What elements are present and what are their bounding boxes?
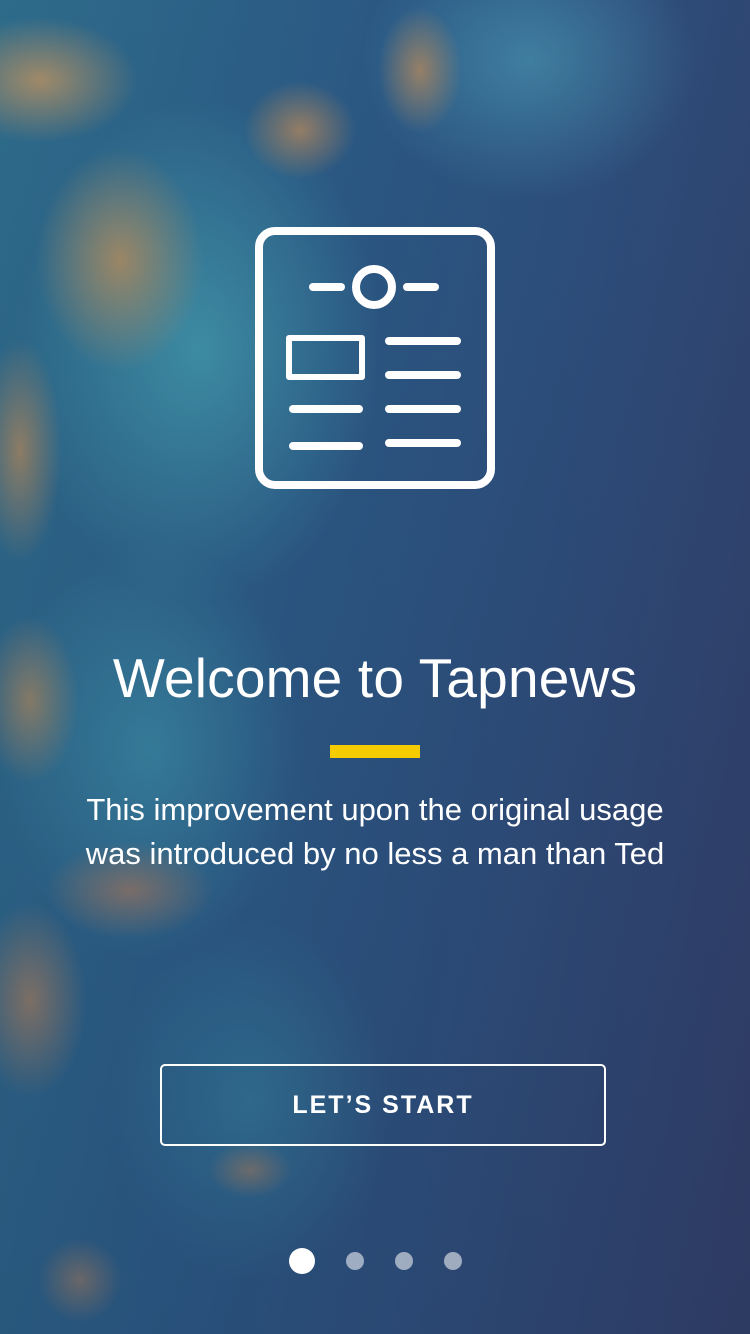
page-dot-1[interactable] xyxy=(288,1248,315,1274)
news-article-icon xyxy=(255,227,495,489)
title-accent-divider xyxy=(330,745,420,758)
welcome-title: Welcome to Tapnews xyxy=(112,647,638,709)
page-dot-2[interactable] xyxy=(345,1252,364,1270)
page-dot-4[interactable] xyxy=(443,1252,462,1270)
page-dot-3[interactable] xyxy=(394,1252,413,1270)
page-indicator xyxy=(0,1248,750,1274)
lets-start-button[interactable]: LET’S START xyxy=(160,1064,606,1146)
welcome-description: This improvement upon the original usage… xyxy=(85,792,665,871)
